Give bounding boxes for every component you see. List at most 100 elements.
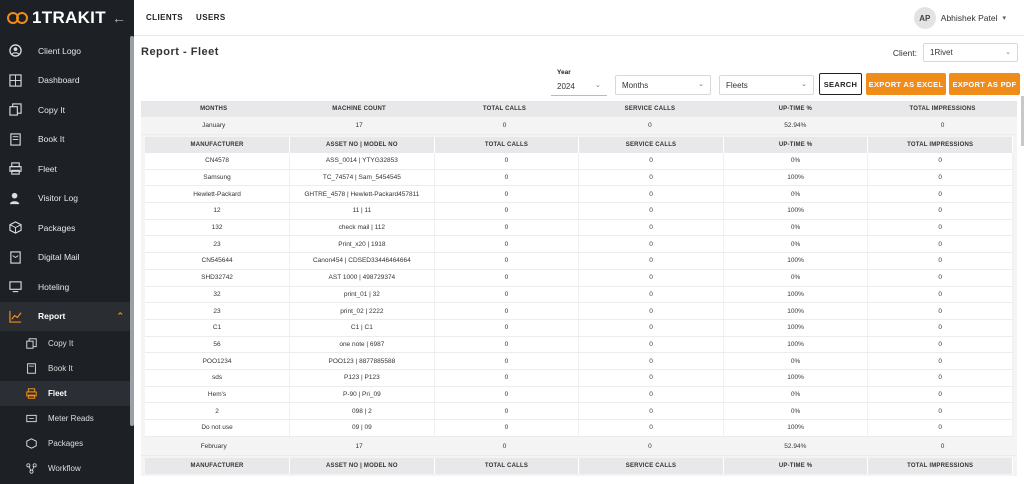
- sidebar-item-dashboard[interactable]: Dashboard: [0, 66, 134, 96]
- month-row-january[interactable]: January 17 0 0 52.94% 0: [141, 117, 1017, 135]
- asset-model-cell: AST 1000 | 498729374: [289, 269, 435, 287]
- client-label: Client:: [892, 48, 917, 58]
- manufacturer-cell: CN545644: [145, 252, 291, 270]
- tab-users[interactable]: USERS: [196, 13, 226, 22]
- sidebar-item-label: Visitor Log: [38, 193, 79, 204]
- chevron-down-icon: ⌄: [595, 82, 601, 89]
- search-button[interactable]: SEARCH: [819, 73, 862, 95]
- asset-model-cell: print_01 | 32: [289, 286, 435, 304]
- sidebar-item-copy-it[interactable]: Copy It: [0, 95, 134, 125]
- column-header: TOTAL CALLS: [431, 101, 578, 117]
- manufacturer-cell: SHD32742: [145, 269, 291, 287]
- sidebar-item-digital-mail[interactable]: Digital Mail: [0, 243, 134, 273]
- collapse-sidebar-arrow-icon[interactable]: ←: [112, 10, 126, 26]
- user-name: Abhishek Patel: [940, 13, 998, 23]
- total-calls-cell: 0: [434, 319, 580, 337]
- column-header: UP-TIME %: [722, 101, 869, 117]
- sidebar-subitem-fleet[interactable]: Fleet: [0, 381, 134, 406]
- sidebar-item-packages[interactable]: Packages: [0, 213, 134, 243]
- sidebar-item-client-logo[interactable]: Client Logo: [0, 36, 134, 66]
- impressions-cell: 0: [867, 185, 1013, 204]
- sidebar-subitem-label: Workflow: [48, 464, 81, 473]
- client-select[interactable]: 1Rivet ⌄: [923, 43, 1018, 62]
- service-calls-cell: 0: [578, 319, 724, 337]
- asset-model-cell: print_02 | 2222: [289, 302, 435, 320]
- manufacturer-cell: 132: [145, 219, 291, 237]
- sidebar-item-fleet[interactable]: Fleet: [0, 154, 134, 184]
- table-row: 23 print_02 | 2222 0 0 100% 0: [145, 302, 1013, 320]
- service-calls-cell: 0: [578, 185, 724, 204]
- fleets-select[interactable]: Fleets ⌄: [719, 75, 814, 95]
- tab-clients[interactable]: CLIENTS: [146, 13, 183, 22]
- sidebar-item-report[interactable]: Report ⌃: [0, 301, 134, 331]
- meter-icon: [26, 413, 37, 424]
- sidebar-subitem-label: Fleet: [48, 389, 67, 398]
- sidebar-item-label: Packages: [38, 222, 76, 233]
- january-detail-panel: MANUFACTURER ASSET NO | MODEL NO TOTAL CAL…: [141, 134, 1017, 439]
- sidebar-subitem-workflow[interactable]: Workflow: [0, 456, 134, 481]
- export-excel-button[interactable]: EXPORT AS EXCEL: [866, 73, 946, 95]
- sidebar-item-book-it[interactable]: Book It: [0, 125, 134, 155]
- machine-count-cell: 17: [286, 438, 432, 457]
- column-header: TOTAL CALLS: [434, 136, 580, 153]
- page-title: Report - Fleet: [141, 46, 219, 58]
- sidebar-subitem-packages[interactable]: Packages: [0, 431, 134, 456]
- table-row: CN4578 ASS_0014 | YTYG32853 0 0 0% 0: [145, 152, 1013, 170]
- months-select[interactable]: Months ⌄: [615, 75, 711, 95]
- column-header: TOTAL CALLS: [434, 458, 580, 475]
- user-menu[interactable]: AP Abhishek Patel ▾: [913, 7, 1006, 29]
- year-select[interactable]: 2024 ⌄: [551, 74, 607, 96]
- column-header: SERVICE CALLS: [578, 136, 724, 153]
- sidebar-subitem-meter-reads[interactable]: Meter Reads: [0, 406, 134, 431]
- workflow-icon: [26, 463, 37, 474]
- column-header: MANUFACTURER: [145, 458, 291, 475]
- impressions-cell: 0: [867, 286, 1013, 304]
- manufacturer-cell: POO1234: [145, 352, 291, 370]
- month-cell: February: [141, 438, 287, 457]
- impressions-cell: 0: [867, 369, 1013, 387]
- impressions-cell: 0: [867, 402, 1013, 420]
- table-row: sds P123 | P123 0 0 100% 0: [145, 369, 1013, 387]
- impressions-cell: 0: [867, 302, 1013, 320]
- uptime-cell: 0%: [723, 386, 869, 404]
- sidebar-item-visitor-log[interactable]: Visitor Log: [0, 184, 134, 214]
- service-calls-cell: 0: [578, 352, 724, 370]
- service-calls-cell: 0: [578, 169, 724, 187]
- package-icon: [9, 221, 22, 234]
- table-row: C1 C1 | C1 0 0 100% 0: [145, 319, 1013, 337]
- manufacturer-cell: Hem's: [145, 386, 291, 404]
- table-row: CN545644 Canon454 | CDSED33446464664 0 0 100…: [145, 252, 1013, 270]
- summary-table-february: February 17 0 0 52.94% 0: [141, 438, 1017, 457]
- sidebar-subitem-book-it[interactable]: Book It: [0, 356, 134, 381]
- asset-model-cell: 09 | 09: [289, 419, 435, 437]
- asset-model-cell: POO123 | 8877885588: [289, 352, 435, 370]
- brand: 1TRAKIT ←: [0, 0, 134, 36]
- asset-model-cell: 098 | 2: [289, 402, 435, 420]
- dashboard-icon: [9, 74, 22, 87]
- chevron-up-icon[interactable]: ⌃: [116, 311, 124, 322]
- impressions-cell: 0: [868, 117, 1017, 135]
- summary-header: MONTHS MACHINE COUNT TOTAL CALLS SERVICE CA…: [141, 101, 1017, 117]
- brand-logo-icon: [7, 12, 29, 24]
- impressions-cell: 0: [867, 235, 1013, 254]
- february-detail-table: MANUFACTURER ASSET NO | MODEL NO TOTAL CAL…: [145, 458, 1013, 475]
- chevron-down-icon: ⌄: [698, 81, 704, 88]
- manufacturer-cell: Samsung: [145, 169, 291, 187]
- sidebar-item-hoteling[interactable]: Hoteling: [0, 272, 134, 302]
- sidebar-subitem-copy-it[interactable]: Copy It: [0, 331, 134, 356]
- asset-model-cell: C1 | C1: [289, 319, 435, 337]
- total-calls-cell: 0: [431, 117, 578, 135]
- table-row: 23 Print_x20 | 1918 0 0 0% 0: [145, 235, 1013, 254]
- uptime-cell: 0%: [723, 235, 869, 254]
- total-calls-cell: 0: [434, 235, 580, 254]
- mail-icon: [9, 251, 22, 264]
- column-header: ASSET NO | MODEL NO: [289, 458, 435, 475]
- manufacturer-cell: 12: [145, 202, 291, 220]
- month-row-february[interactable]: February 17 0 0 52.94% 0: [141, 438, 1017, 457]
- service-calls-cell: 0: [578, 152, 724, 170]
- export-pdf-button[interactable]: EXPORT AS PDF: [949, 73, 1020, 95]
- table-row: Samsung TC_74574 | Sam_5454545 0 0 100% 0: [145, 169, 1013, 187]
- service-calls-cell: 0: [577, 117, 723, 135]
- total-calls-cell: 0: [434, 169, 580, 187]
- visitor-icon: [9, 192, 22, 205]
